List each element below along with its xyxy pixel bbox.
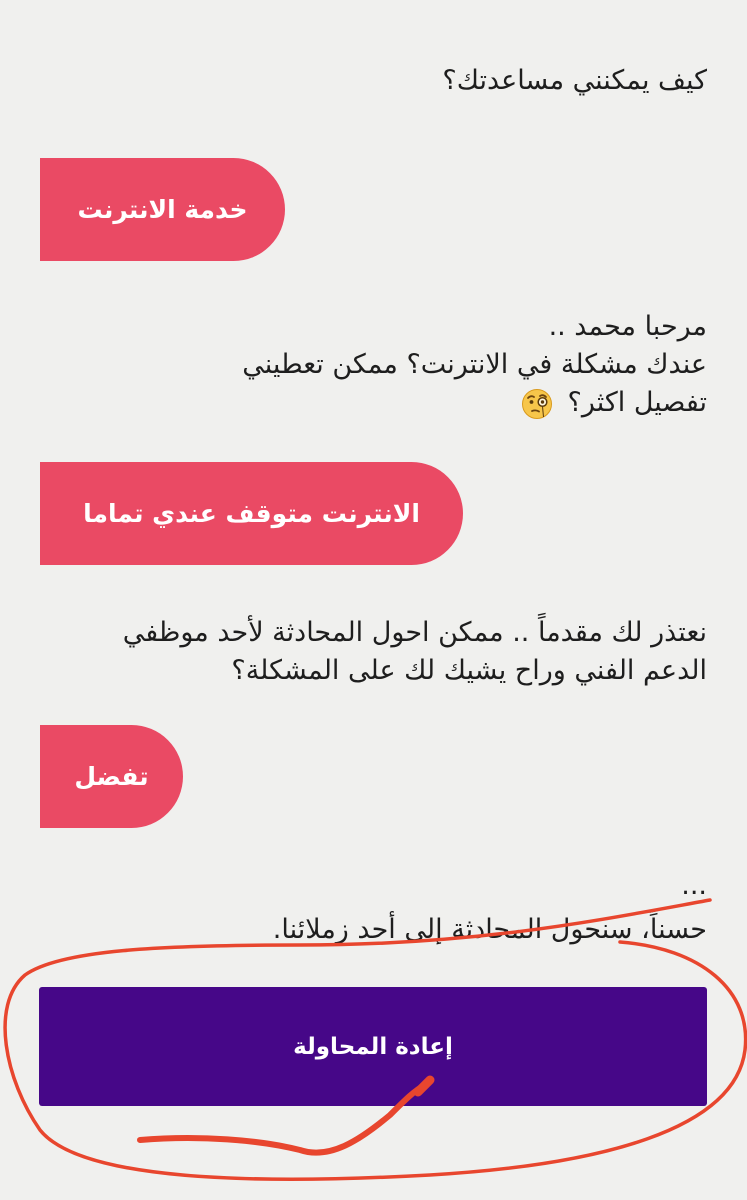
user-message-internet-down: الانترنت متوقف عندي تماما: [40, 462, 463, 565]
bot-message-reply-3: ... حسناً، سنحول المحادثة إلى أحد زملائن…: [40, 870, 707, 949]
bot-message-line: عندك مشكلة في الانترنت؟ ممكن تعطيني: [242, 349, 707, 380]
bot-message-text: كيف يمكنني مساعدتك؟: [442, 65, 707, 96]
face-with-monocle-icon: [521, 388, 553, 420]
bot-message-line-text: تفصيل اكثر؟: [567, 387, 708, 418]
bot-message-greeting: كيف يمكنني مساعدتك؟: [40, 62, 707, 100]
user-message-text: تفضل: [74, 762, 149, 791]
bot-message-line: حسناً، سنحول المحادثة إلى أحد زملائنا.: [272, 914, 707, 945]
bot-message-reply-2: نعتذر لك مقدماً .. ممكن احول المحادثة لأ…: [40, 614, 707, 690]
retry-button[interactable]: إعادة المحاولة: [39, 987, 707, 1106]
bot-message-reply-1: مرحبا محمد .. عندك مشكلة في الانترنت؟ مم…: [40, 308, 707, 422]
bot-message-line: تفصيل اكثر؟: [40, 384, 707, 422]
bot-message-line: مرحبا محمد ..: [548, 311, 707, 342]
typing-indicator: ...: [681, 870, 707, 901]
retry-button-label: إعادة المحاولة: [293, 1033, 453, 1060]
bot-message-line: الدعم الفني وراح يشيك لك على المشكلة؟: [231, 655, 707, 686]
user-message-text: الانترنت متوقف عندي تماما: [83, 499, 420, 528]
user-message-internet-service: خدمة الانترنت: [40, 158, 285, 261]
bot-message-line: نعتذر لك مقدماً .. ممكن احول المحادثة لأ…: [122, 617, 707, 648]
user-message-go-ahead: تفضل: [40, 725, 183, 828]
user-message-text: خدمة الانترنت: [77, 195, 248, 224]
